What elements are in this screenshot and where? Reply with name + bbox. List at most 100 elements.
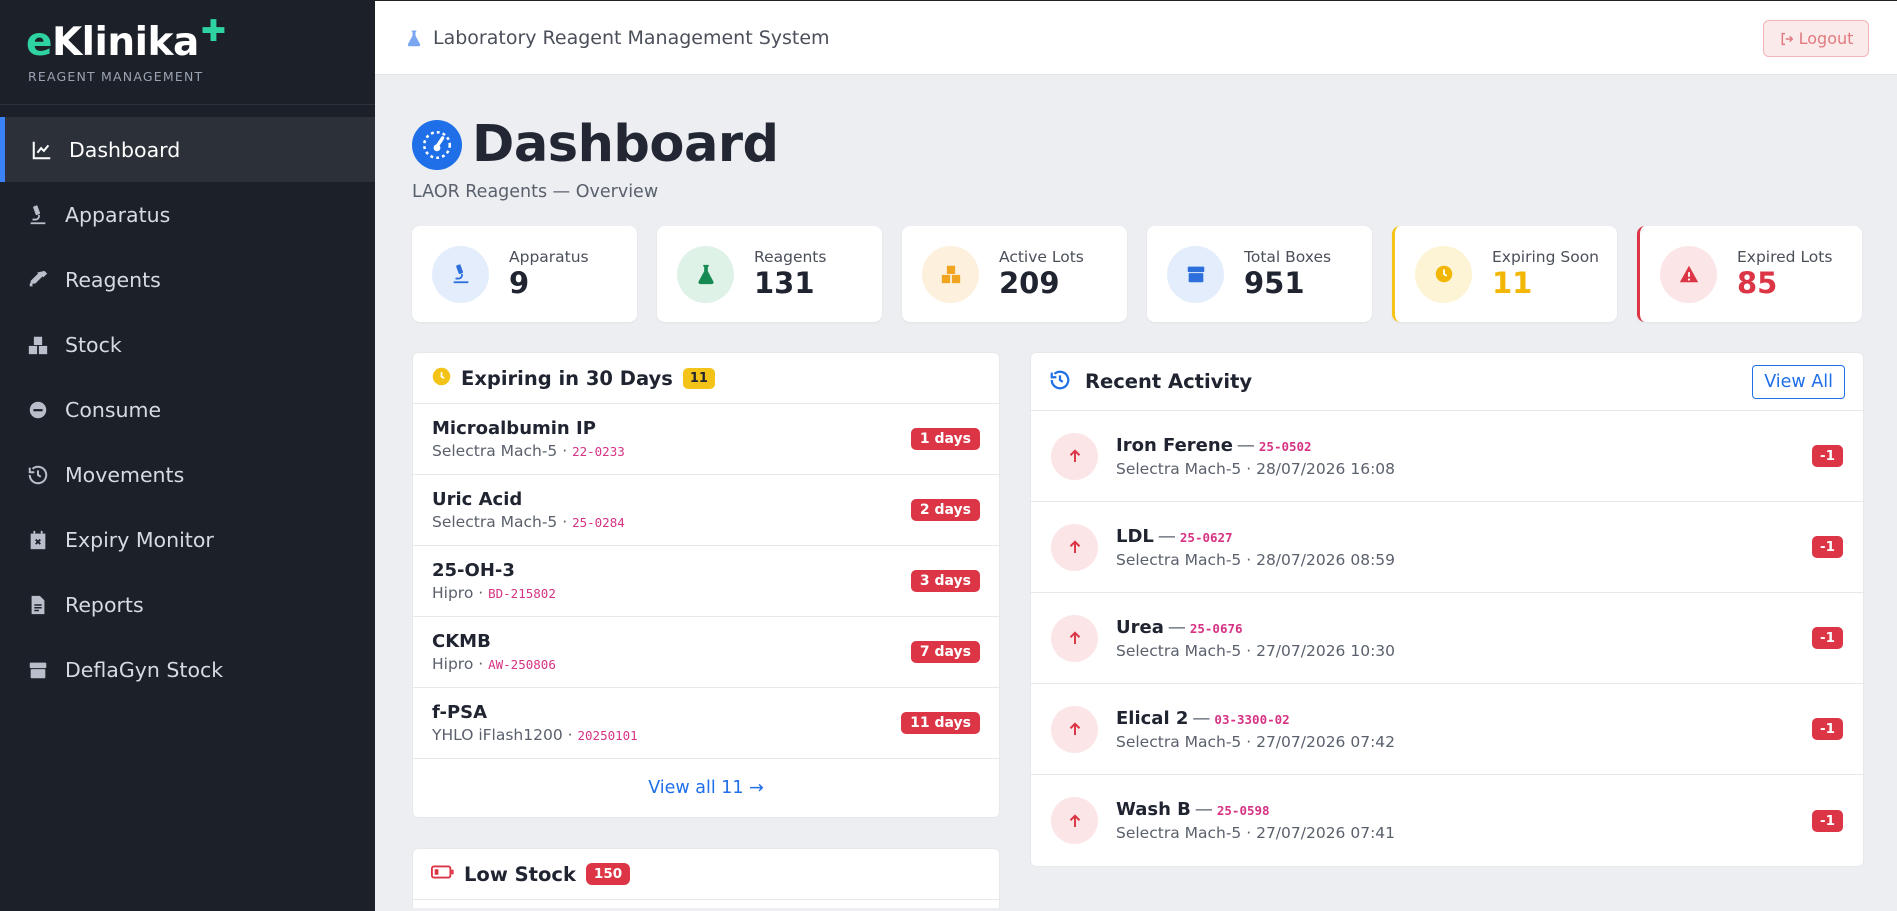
- brand[interactable]: e Klinika ✚ REAGENT MANAGEMENT: [0, 0, 375, 105]
- stat-label: Apparatus: [509, 248, 589, 266]
- lot-code: 20250101: [577, 728, 638, 743]
- sidebar-item-apparatus[interactable]: Apparatus: [0, 182, 375, 247]
- reagent-name: Iron Ferene: [1116, 434, 1233, 456]
- topbar: Laboratory Reagent Management System Log…: [375, 0, 1897, 75]
- apparatus-name: Selectra Mach-5: [432, 442, 558, 460]
- table-row[interactable]: Iron Ferene —25-0502 Selectra Mach-5 · 28…: [1031, 411, 1863, 502]
- logout-button[interactable]: Logout: [1763, 20, 1869, 57]
- sidebar-item-label: Reports: [65, 592, 144, 617]
- apparatus-name: Hipro: [432, 584, 474, 602]
- lot-code: 25-0598: [1216, 803, 1270, 818]
- history-icon: [1049, 369, 1071, 395]
- sidebar-item-label: Stock: [65, 332, 122, 357]
- expiring-card-title: Expiring in 30 Days: [461, 366, 673, 390]
- minus-circle-icon: [26, 398, 50, 422]
- stat-value: 209: [999, 266, 1060, 300]
- table-row[interactable]: Wash B —25-0598 Selectra Mach-5 · 27/07/2…: [1031, 775, 1863, 866]
- lot-code: 03-3300-02: [1214, 711, 1290, 727]
- recent-activity-header: Recent Activity View All: [1031, 353, 1863, 411]
- page-header: Dashboard: [412, 115, 1864, 174]
- reagent-name: Elical 2: [1116, 707, 1189, 729]
- timestamp: 27/07/2026 07:42: [1256, 732, 1396, 751]
- stat-card-active-lots[interactable]: Active Lots 209: [902, 226, 1127, 322]
- lot-code: 25-0284: [572, 515, 625, 530]
- sidebar-item-stock[interactable]: Stock: [0, 312, 375, 377]
- main-content: Dashboard LAOR Reagents — Overview Appar…: [412, 75, 1864, 908]
- warning-icon: [1660, 245, 1717, 303]
- stat-label: Reagents: [754, 248, 827, 266]
- reagent-name: LDL: [1116, 525, 1154, 547]
- low-stock-card-title: Low Stock: [464, 862, 576, 886]
- list-item[interactable]: Microalbumin IP Selectra Mach-5 · 22-023…: [413, 404, 999, 475]
- stat-value: 9: [509, 266, 530, 300]
- stat-card-expired-lots[interactable]: Expired Lots 85: [1637, 226, 1862, 322]
- expiring-count-badge: 11: [682, 367, 715, 389]
- list-item[interactable]: f-PSA YHLO iFlash1200 · 20250101 11 days: [413, 688, 999, 759]
- sidebar-item-expiry-monitor[interactable]: Expiry Monitor: [0, 507, 375, 572]
- stat-card-apparatus[interactable]: Apparatus 9: [412, 226, 637, 322]
- reagent-meta: Hipro · AW-250806: [432, 655, 556, 673]
- page-subtitle: LAOR Reagents — Overview: [412, 182, 659, 202]
- reagent-meta: Hipro · BD-215802: [432, 584, 556, 602]
- stat-card-total-boxes[interactable]: Total Boxes 951: [1147, 226, 1372, 322]
- stat-label: Active Lots: [999, 248, 1084, 266]
- brand-subtitle: REAGENT MANAGEMENT: [28, 69, 204, 84]
- days-badge: 1 days: [910, 428, 980, 450]
- stat-card-reagents[interactable]: Reagents 131: [657, 226, 882, 322]
- chart-line-icon: [30, 138, 54, 162]
- right-column: Recent Activity View All Iron Ferene —25-…: [1030, 352, 1864, 908]
- battery-low-icon: [431, 864, 455, 884]
- sidebar-item-reports[interactable]: Reports: [0, 572, 375, 637]
- timestamp: 28/07/2026 16:08: [1256, 459, 1396, 478]
- list-item[interactable]: Uric Acid Selectra Mach-5 · 25-0284 2 da…: [413, 475, 999, 546]
- recent-activity-title: Recent Activity: [1085, 370, 1253, 393]
- sidebar-item-deflagyn-stock[interactable]: DeflaGyn Stock: [0, 637, 375, 702]
- apparatus-name: Hipro: [432, 655, 474, 673]
- low-stock-card: Low Stock 150: [412, 848, 1000, 908]
- reagent-name: CKMB: [432, 631, 491, 652]
- lot-code: 25-0627: [1179, 529, 1233, 545]
- list-item[interactable]: 25-OH-3 Hipro · BD-215802 3 days: [413, 546, 999, 617]
- flask-icon: [677, 245, 734, 303]
- sidebar-item-label: DeflaGyn Stock: [65, 657, 224, 682]
- table-row[interactable]: Elical 2—03-3300-02 Selectra Mach-5 · 27…: [1031, 684, 1863, 775]
- list-item[interactable]: CKMB Hipro · AW-250806 7 days: [413, 617, 999, 688]
- lot-code: 22-0233: [572, 444, 625, 459]
- lot-code: 25-0502: [1258, 438, 1312, 454]
- arrow-up-icon: [1051, 432, 1098, 480]
- stat-label: Expired Lots: [1737, 248, 1833, 266]
- sidebar-item-label: Consume: [65, 397, 162, 422]
- stat-card-expiring-soon[interactable]: Expiring Soon 11: [1392, 226, 1617, 322]
- sidebar-item-label: Dashboard: [69, 137, 181, 162]
- timestamp: 27/07/2026 10:30: [1256, 641, 1396, 660]
- days-badge: 7 days: [910, 641, 980, 663]
- view-all-expiring-link[interactable]: View all 11 →: [413, 759, 999, 817]
- table-row[interactable]: LDL —25-0627 Selectra Mach-5 · 28/07/2026…: [1031, 502, 1863, 593]
- reagent-name: Urea: [1116, 616, 1164, 638]
- days-badge: 3 days: [910, 570, 980, 592]
- sidebar-item-reagents[interactable]: Reagents: [0, 247, 375, 312]
- quantity-badge: -1: [1812, 718, 1843, 740]
- lot-code: AW-250806: [488, 657, 556, 672]
- quantity-badge: -1: [1812, 536, 1843, 558]
- microscope-icon: [432, 245, 489, 303]
- stat-value: 85: [1737, 266, 1778, 300]
- logout-label: Logout: [1798, 29, 1854, 48]
- sidebar-item-consume[interactable]: Consume: [0, 377, 375, 442]
- sidebar-item-dashboard[interactable]: Dashboard: [0, 117, 375, 182]
- quantity-badge: -1: [1812, 627, 1843, 649]
- reagent-name: 25-OH-3: [432, 560, 515, 581]
- recent-activity-card: Recent Activity View All Iron Ferene —25-…: [1030, 352, 1864, 867]
- box-icon: [26, 658, 50, 682]
- sign-out-icon: [1781, 32, 1793, 45]
- lot-code: BD-215802: [488, 586, 556, 601]
- view-all-activity-button[interactable]: View All: [1752, 364, 1845, 399]
- sidebar-item-movements[interactable]: Movements: [0, 442, 375, 507]
- table-row[interactable]: Urea —25-0676 Selectra Mach-5 · 27/07/202…: [1031, 593, 1863, 684]
- stat-label: Total Boxes: [1244, 248, 1332, 266]
- dashboard-grid: Expiring in 30 Days 11 Microalbumin IP S…: [412, 352, 1864, 908]
- gauge-icon: [412, 119, 462, 170]
- sidebar-nav: Dashboard Apparatus Reagents Stock Consu…: [0, 117, 375, 702]
- apparatus-name: Selectra Mach-5: [1116, 641, 1242, 660]
- sidebar-item-label: Apparatus: [65, 202, 171, 227]
